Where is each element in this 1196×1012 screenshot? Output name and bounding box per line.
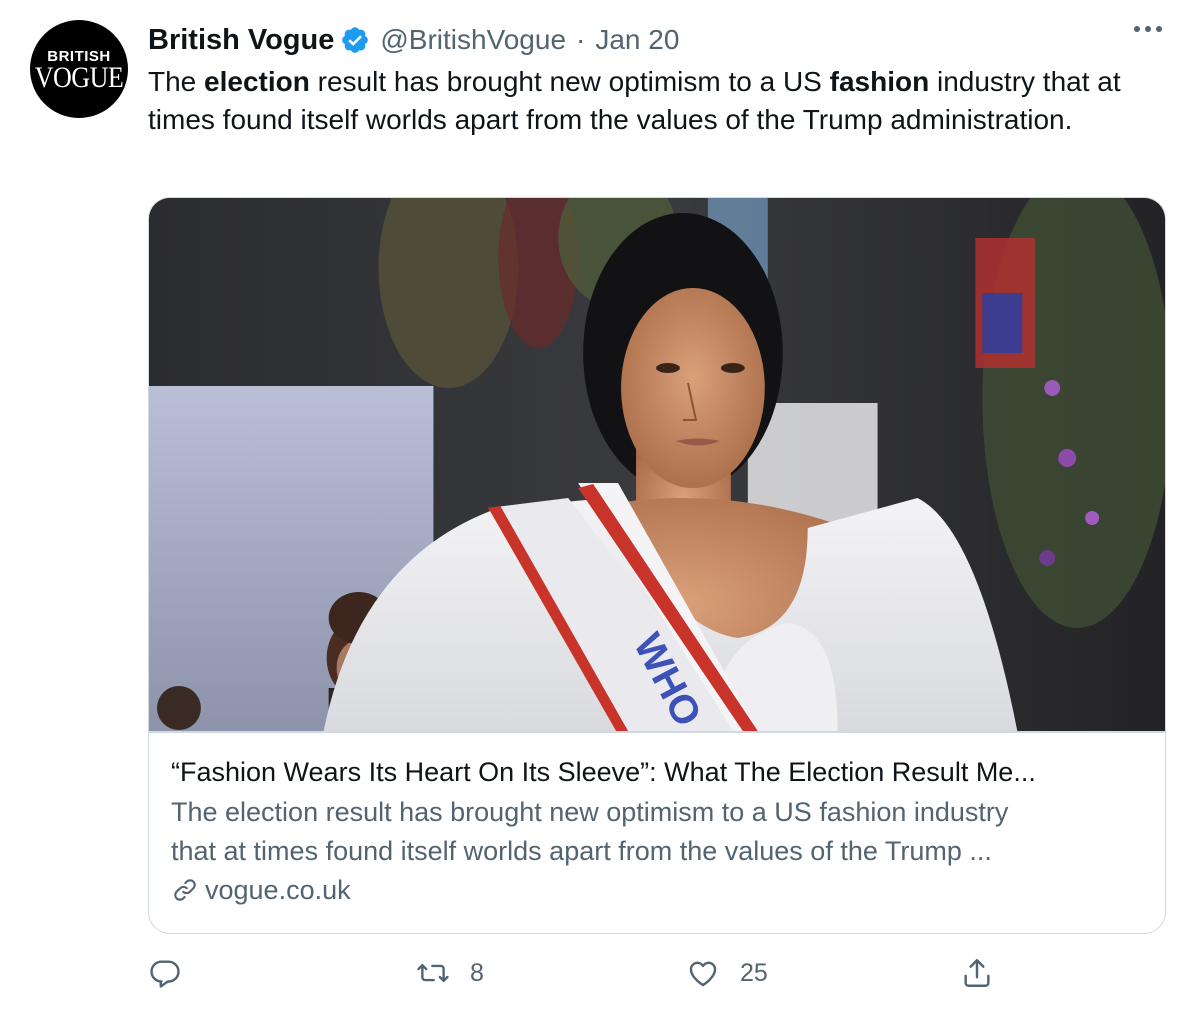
retweet-button[interactable]: 8 bbox=[416, 950, 484, 996]
tweet-date[interactable]: Jan 20 bbox=[595, 24, 679, 56]
share-icon bbox=[964, 959, 990, 987]
reply-icon bbox=[150, 960, 180, 988]
link-icon bbox=[174, 879, 196, 901]
like-count: 25 bbox=[740, 958, 768, 987]
reply-button[interactable] bbox=[148, 950, 202, 996]
tweet-actions: 8 25 bbox=[148, 950, 1166, 996]
author-handle[interactable]: @BritishVogue bbox=[380, 24, 566, 56]
more-options-icon[interactable] bbox=[1134, 26, 1162, 32]
tweet-text-keyword: election bbox=[204, 66, 310, 97]
tweet-text: The election result has brought new opti… bbox=[148, 63, 1158, 139]
tweet[interactable]: BRITISH VOGUE British Vogue @BritishVogu… bbox=[0, 0, 1196, 1012]
retweet-icon bbox=[417, 964, 449, 982]
more-dot bbox=[1156, 26, 1162, 32]
card-description-line: that at times found itself worlds apart … bbox=[171, 836, 992, 866]
more-dot bbox=[1134, 26, 1140, 32]
card-domain-text: vogue.co.uk bbox=[205, 875, 351, 905]
card-body: “Fashion Wears Its Heart On Its Sleeve”:… bbox=[171, 754, 1143, 909]
card-description-line: The election result has brought new opti… bbox=[171, 797, 1009, 827]
tweet-header: British Vogue @BritishVogue · Jan 20 bbox=[148, 20, 679, 60]
avatar[interactable]: BRITISH VOGUE bbox=[30, 20, 128, 118]
like-button[interactable]: 25 bbox=[686, 950, 768, 996]
card-image[interactable]: WHO bbox=[149, 198, 1165, 731]
author-name[interactable]: British Vogue bbox=[148, 24, 334, 57]
card-description: The election result has brought new opti… bbox=[171, 793, 1143, 871]
verified-badge-icon bbox=[340, 25, 370, 55]
avatar-text-bottom: VOGUE bbox=[34, 60, 124, 95]
card-domain[interactable]: vogue.co.uk bbox=[171, 871, 1143, 909]
link-preview-card[interactable]: WHO “Fashion Wears Its Heart On Its Slee… bbox=[148, 197, 1166, 934]
tweet-text-part: result has brought new optimism to a US bbox=[309, 66, 830, 97]
more-dot bbox=[1145, 26, 1151, 32]
card-title[interactable]: “Fashion Wears Its Heart On Its Sleeve”:… bbox=[171, 754, 1143, 790]
share-button[interactable] bbox=[960, 950, 994, 996]
tweet-text-part: The bbox=[148, 66, 205, 97]
retweet-count: 8 bbox=[470, 958, 484, 987]
separator-dot: · bbox=[576, 24, 586, 55]
tweet-text-keyword: fashion bbox=[829, 66, 930, 97]
card-divider bbox=[149, 731, 1165, 733]
heart-icon bbox=[689, 961, 717, 987]
